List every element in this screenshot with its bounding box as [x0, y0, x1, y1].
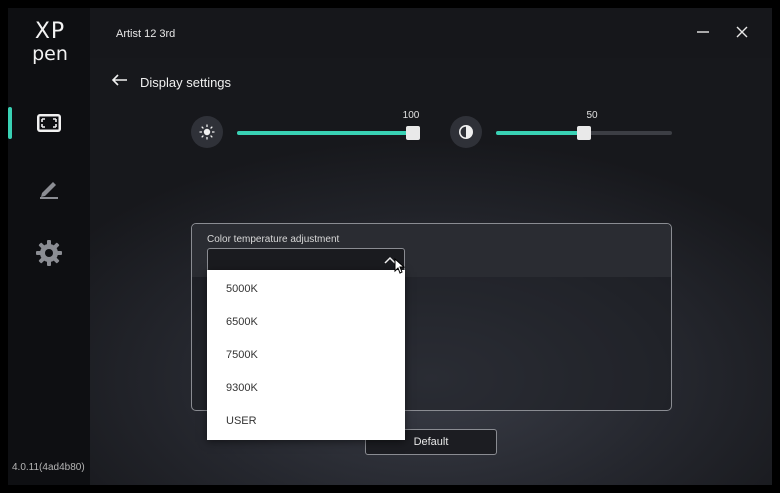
title-bar: Artist 12 3rd — [90, 8, 772, 58]
brightness-fill — [237, 131, 413, 135]
brightness-icon — [191, 116, 223, 148]
logo-text-top: XP — [34, 19, 66, 44]
pen-icon — [37, 176, 61, 205]
fullscreen-icon — [36, 113, 62, 138]
contrast-slider[interactable] — [496, 126, 672, 140]
back-arrow-icon — [110, 74, 130, 92]
close-button[interactable] — [729, 21, 755, 47]
xppen-logo: XP pen — [24, 19, 76, 70]
device-title: Artist 12 3rd — [116, 28, 176, 40]
main-content: Display settings 100 50 Color temperatur… — [90, 58, 772, 485]
color-temperature-dropdown: 5000K 6500K 7500K 9300K USER — [207, 270, 405, 440]
sidebar-item-pen[interactable] — [8, 170, 90, 210]
contrast-value: 50 — [586, 110, 598, 121]
sidebar-item-settings[interactable] — [8, 235, 90, 275]
contrast-icon — [450, 116, 482, 148]
brightness-value: 100 — [402, 110, 420, 121]
color-temperature-select[interactable] — [207, 248, 405, 272]
sidebar-item-display[interactable] — [8, 105, 90, 145]
contrast-fill — [496, 131, 584, 135]
contrast-thumb[interactable] — [577, 126, 591, 140]
mouse-cursor-icon — [394, 257, 406, 279]
back-button[interactable] — [110, 72, 132, 92]
gear-icon — [35, 239, 63, 272]
sidebar: XP pen 4.0.11(4ad4b80) — [8, 8, 90, 485]
brightness-slider[interactable] — [237, 126, 420, 140]
brightness-thumb[interactable] — [406, 126, 420, 140]
logo-text-bottom: pen — [32, 43, 68, 65]
dropdown-option-9300k[interactable]: 9300K — [207, 371, 405, 404]
dropdown-option-user[interactable]: USER — [207, 404, 405, 437]
close-icon — [735, 25, 749, 44]
color-temperature-label: Color temperature adjustment — [207, 234, 340, 245]
dropdown-option-5000k[interactable]: 5000K — [207, 272, 405, 305]
minimize-button[interactable] — [690, 21, 716, 47]
minimize-icon — [696, 25, 710, 44]
dropdown-option-7500k[interactable]: 7500K — [207, 338, 405, 371]
version-label: 4.0.11(4ad4b80) — [12, 462, 85, 473]
page-title: Display settings — [140, 75, 232, 90]
dropdown-option-6500k[interactable]: 6500K — [207, 305, 405, 338]
